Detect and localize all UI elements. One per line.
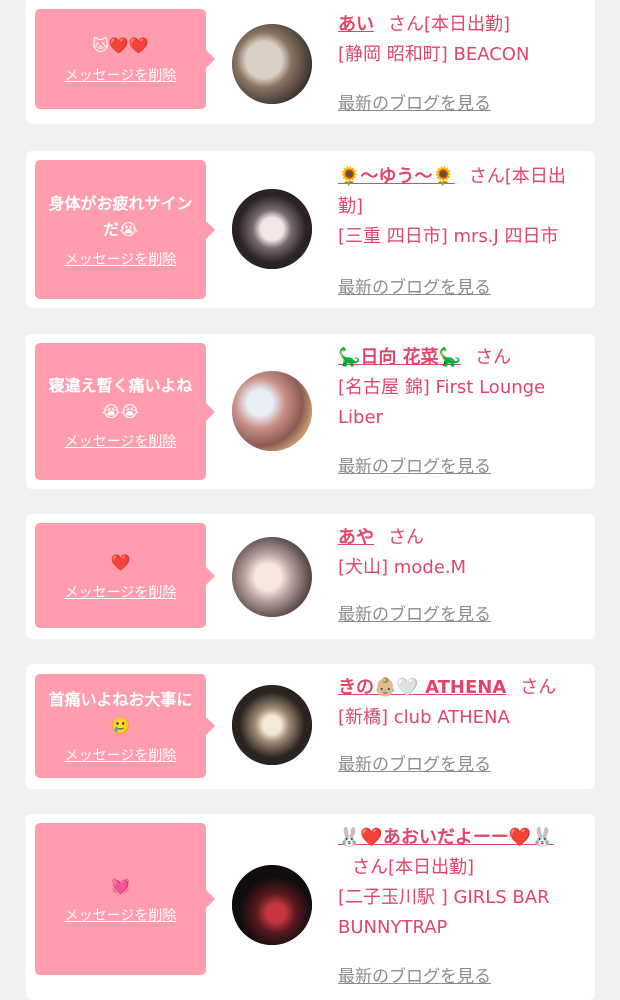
delete-message-link[interactable]: メッセージを削除 — [65, 65, 177, 85]
latest-blog-link[interactable]: 最新のブログを見る — [338, 600, 491, 625]
shop-location: [名古屋 錦] First Lounge Liber — [338, 377, 546, 428]
avatar[interactable] — [232, 537, 312, 617]
profile-name-link[interactable]: きの👶🏼🤍 ATHENA — [338, 677, 506, 698]
message-text: 首痛いよねお大事に🥲 — [48, 690, 193, 735]
honorific: さん — [468, 166, 505, 187]
avatar[interactable] — [232, 371, 312, 451]
honorific: さん — [475, 347, 512, 368]
profile-name-link[interactable]: 🦕日向 花菜🦕 — [338, 347, 461, 368]
avatar[interactable] — [232, 189, 312, 269]
profile-info: あや さん [犬山] mode.M — [338, 523, 585, 583]
message-text: 💓 — [110, 876, 131, 895]
latest-blog-link[interactable]: 最新のブログを見る — [338, 452, 491, 477]
latest-blog-link[interactable]: 最新のブログを見る — [338, 89, 491, 114]
message-bubble: 💓 メッセージを削除 — [35, 823, 215, 975]
shop-location: [犬山] mode.M — [338, 557, 467, 578]
message-bubble: ❤️ メッセージを削除 — [35, 523, 215, 628]
message-card: 首痛いよねお大事に🥲 メッセージを削除 きの👶🏼🤍 ATHENA さん [新橋] … — [26, 664, 595, 789]
profile-info: 🌻〜ゆう〜🌻 さん[本日出勤] [三重 四日市] mrs.J 四日市 — [338, 162, 585, 252]
message-bubble: 首痛いよねお大事に🥲 メッセージを削除 — [35, 674, 215, 778]
message-card: 🐱❤️❤️ メッセージを削除 あい さん[本日出勤] [静岡 昭和町] BEACO… — [26, 0, 595, 124]
delete-message-link[interactable]: メッセージを削除 — [65, 745, 177, 765]
message-card: ❤️ メッセージを削除 あや さん [犬山] mode.M 最新のブログを見る — [26, 514, 595, 639]
profile-info: あい さん[本日出勤] [静岡 昭和町] BEACON — [338, 10, 585, 70]
honorific: さん — [520, 677, 557, 698]
delete-message-link[interactable]: メッセージを削除 — [65, 249, 177, 269]
message-card: 寝違え暫く痛いよね😭😭 メッセージを削除 🦕日向 花菜🦕 さん [名古屋 錦] F… — [26, 334, 595, 489]
honorific: さん — [388, 527, 424, 548]
message-card: 💓 メッセージを削除 🐰❤️あおいだよーー❤️🐰 さん[本日出勤] [二子玉川駅 … — [26, 814, 595, 1000]
honorific: さん — [388, 14, 424, 35]
honorific: さん — [352, 857, 388, 878]
latest-blog-link[interactable]: 最新のブログを見る — [338, 962, 491, 987]
message-card: 身体がお疲れサインだ😭 メッセージを削除 🌻〜ゆう〜🌻 さん[本日出勤] [三重 … — [26, 151, 595, 308]
avatar[interactable] — [232, 865, 312, 945]
message-bubble: 身体がお疲れサインだ😭 メッセージを削除 — [35, 160, 215, 299]
message-text: 🐱❤️❤️ — [92, 36, 149, 55]
avatar[interactable] — [232, 685, 312, 765]
latest-blog-link[interactable]: 最新のブログを見る — [338, 273, 491, 298]
profile-info: 🦕日向 花菜🦕 さん [名古屋 錦] First Lounge Liber — [338, 343, 585, 433]
avatar[interactable] — [232, 24, 312, 104]
profile-name-link[interactable]: 🐰❤️あおいだよーー❤️🐰 — [338, 827, 554, 848]
message-text: ❤️ — [110, 552, 131, 572]
shop-location: [新橋] club ATHENA — [338, 707, 510, 728]
shop-location: [静岡 昭和町] BEACON — [338, 44, 530, 65]
profile-info: きの👶🏼🤍 ATHENA さん [新橋] club ATHENA — [338, 673, 585, 733]
shop-location: [三重 四日市] mrs.J 四日市 — [338, 226, 559, 247]
delete-message-link[interactable]: メッセージを削除 — [65, 431, 177, 451]
message-bubble: 寝違え暫く痛いよね😭😭 メッセージを削除 — [35, 343, 215, 480]
profile-name-link[interactable]: 🌻〜ゆう〜🌻 — [338, 166, 455, 187]
delete-message-link[interactable]: メッセージを削除 — [65, 582, 177, 602]
delete-message-link[interactable]: メッセージを削除 — [65, 905, 177, 925]
profile-info: 🐰❤️あおいだよーー❤️🐰 さん[本日出勤] [二子玉川駅 ] GIRLS BAR… — [338, 823, 585, 943]
shop-location: [二子玉川駅 ] GIRLS BAR BUNNYTRAP — [338, 887, 550, 938]
latest-blog-link[interactable]: 最新のブログを見る — [338, 750, 491, 775]
message-text: 身体がお疲れサインだ😭 — [48, 193, 193, 239]
profile-name-link[interactable]: あや — [338, 527, 374, 548]
message-bubble: 🐱❤️❤️ メッセージを削除 — [35, 9, 215, 109]
work-status: [本日出勤] — [424, 14, 511, 35]
message-text: 寝違え暫く痛いよね😭😭 — [48, 375, 193, 421]
work-status: [本日出勤] — [388, 857, 475, 878]
profile-name-link[interactable]: あい — [338, 14, 374, 35]
